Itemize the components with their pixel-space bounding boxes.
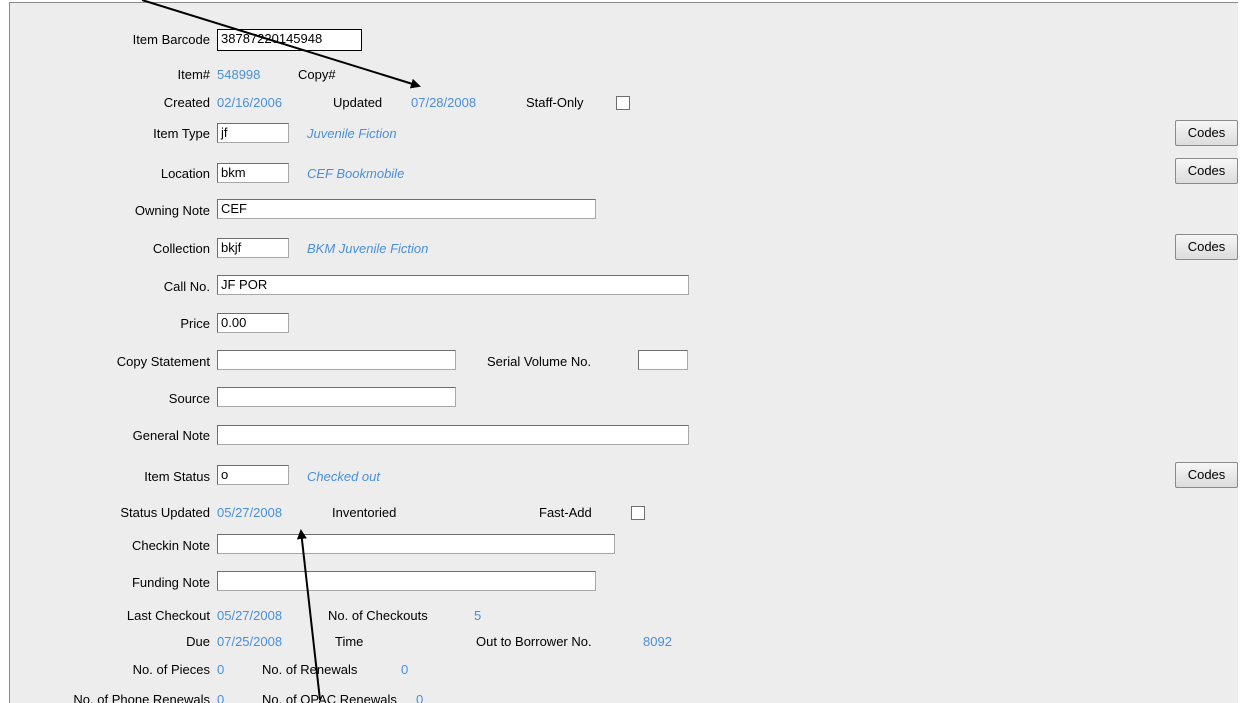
item-form-panel: Item Barcode 38787220145948 Item# 548998… [9,2,1238,703]
item-status-label: Item Status [144,469,210,484]
renewals-count-value: 0 [401,662,409,677]
item-type-codes-button[interactable]: Codes [1175,120,1238,146]
opac-renewals-value: 0 [416,692,424,703]
created-value: 02/16/2006 [217,95,283,110]
item-barcode-input[interactable]: 38787220145948 [217,29,362,51]
location-input[interactable]: bkm [217,163,289,183]
collection-description: BKM Juvenile Fiction [307,241,429,256]
item-number-label: Item# [177,67,210,82]
checkin-note-input[interactable] [217,534,615,554]
created-label: Created [163,95,210,110]
due-label: Due [186,634,210,649]
opac-renewals-label: No. of OPAC Renewals [262,692,397,703]
checkouts-count-value: 5 [474,608,482,623]
updated-value: 07/28/2008 [411,95,477,110]
serial-volume-input[interactable] [638,350,688,370]
item-type-input[interactable]: jf [217,123,289,143]
collection-label: Collection [152,241,210,256]
funding-note-input[interactable] [217,571,596,591]
price-input[interactable]: 0.00 [217,313,289,333]
phone-renewals-value: 0 [217,692,225,703]
item-status-description: Checked out [307,469,380,484]
staff-only-label: Staff-Only [526,95,584,110]
source-input[interactable] [217,387,456,407]
last-checkout-value: 05/27/2008 [217,608,283,623]
checkin-note-label: Checkin Note [131,538,210,553]
price-label: Price [180,316,210,331]
collection-input[interactable]: bkjf [217,238,289,258]
out-to-borrower-label: Out to Borrower No. [476,634,592,649]
updated-label: Updated [333,95,383,110]
call-number-input[interactable]: JF POR [217,275,689,295]
owning-note-input[interactable]: CEF [217,199,596,219]
funding-note-label: Funding Note [131,575,210,590]
item-type-description: Juvenile Fiction [307,126,397,141]
general-note-label: General Note [132,428,210,443]
time-label: Time [335,634,364,649]
staff-only-checkbox[interactable] [616,96,630,110]
item-number-value: 548998 [217,67,261,82]
pieces-count-label: No. of Pieces [132,662,210,677]
inventoried-label: Inventoried [332,505,397,520]
location-label: Location [160,166,210,181]
checkouts-count-label: No. of Checkouts [328,608,428,623]
copy-statement-input[interactable] [217,350,456,370]
renewals-count-label: No. of Renewals [262,662,358,677]
status-updated-label: Status Updated [120,505,210,520]
item-type-label: Item Type [153,126,210,141]
status-updated-value: 05/27/2008 [217,505,283,520]
last-checkout-label: Last Checkout [126,608,210,623]
item-status-input[interactable]: o [217,465,289,485]
fast-add-label: Fast-Add [539,505,592,520]
owning-note-label: Owning Note [134,203,210,218]
source-label: Source [168,391,210,406]
fast-add-checkbox[interactable] [631,506,645,520]
serial-volume-label: Serial Volume No. [487,354,592,369]
copy-statement-label: Copy Statement [116,354,210,369]
copy-number-label: Copy# [298,67,336,82]
item-status-codes-button[interactable]: Codes [1175,462,1238,488]
pieces-count-value: 0 [217,662,225,677]
out-to-borrower-value: 8092 [643,634,672,649]
item-barcode-label: Item Barcode [132,32,210,47]
call-number-label: Call No. [163,279,210,294]
phone-renewals-label: No. of Phone Renewals [73,692,210,703]
location-description: CEF Bookmobile [307,166,405,181]
location-codes-button[interactable]: Codes [1175,158,1238,184]
collection-codes-button[interactable]: Codes [1175,234,1238,260]
general-note-input[interactable] [217,425,689,445]
due-value: 07/25/2008 [217,634,283,649]
